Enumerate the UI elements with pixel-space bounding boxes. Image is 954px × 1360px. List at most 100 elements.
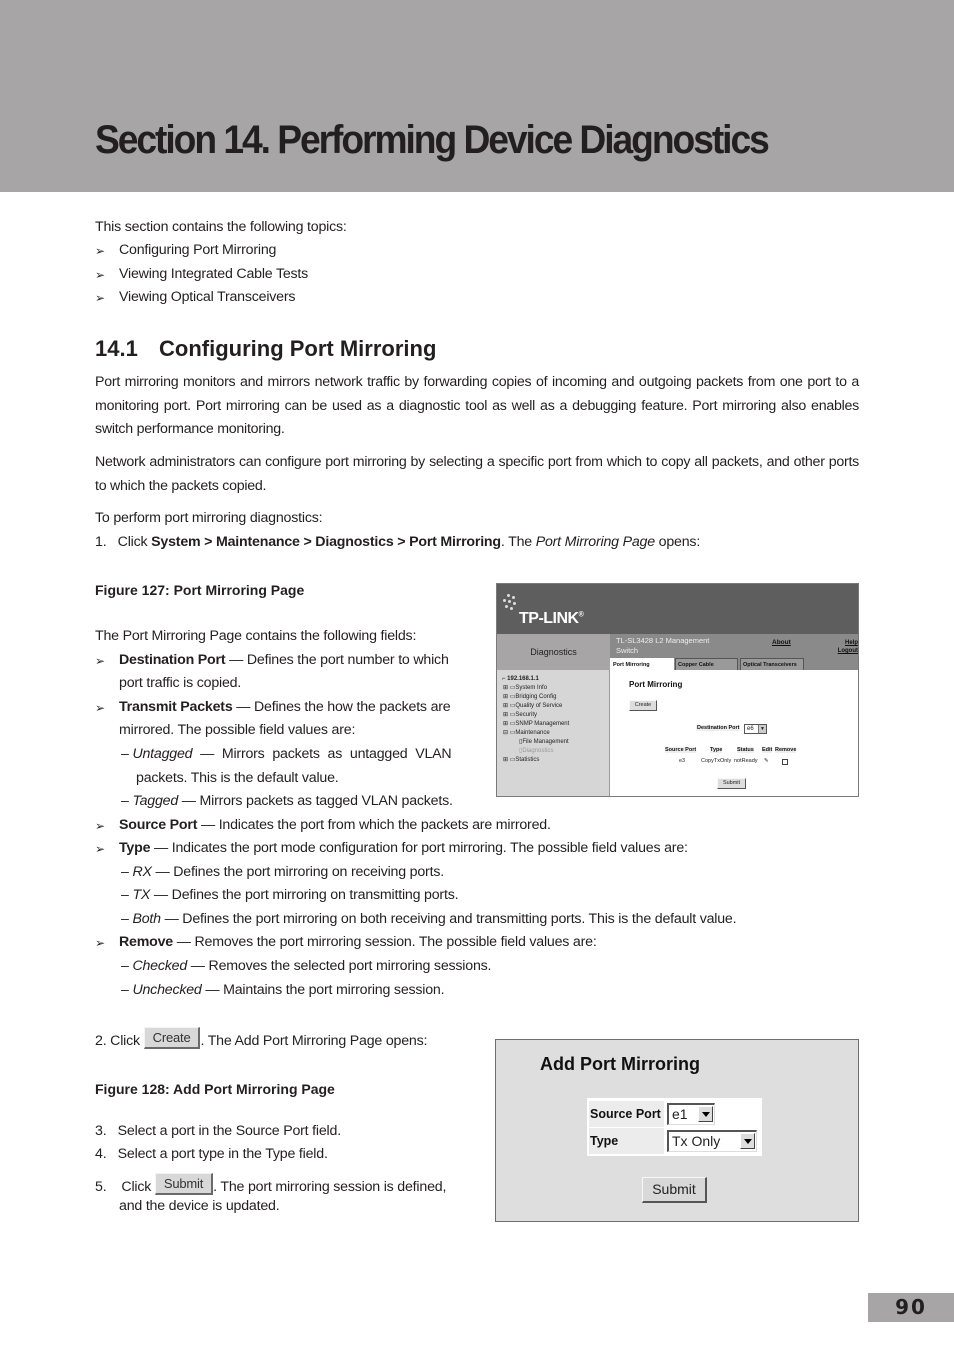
step-text: Select a port in the Source Port field. [117, 1123, 341, 1139]
field-desc: — Removes the port mirroring session. Th… [173, 934, 597, 950]
tree-item[interactable]: ⊞ ▭SNMP Management [503, 720, 569, 728]
step-text: Click [117, 534, 152, 550]
step-number: 1. [95, 534, 107, 550]
about-link[interactable]: About [772, 639, 791, 646]
bullet-icon: ➢ [95, 654, 106, 668]
step-number: 3. [95, 1123, 107, 1139]
side-heading: Diagnostics [497, 634, 610, 670]
field-desc: — Indicates the port from which the pack… [197, 817, 551, 833]
step-text: 2. Click [95, 1033, 144, 1049]
figure-127-screenshot: TP-LINK® Diagnostics TL-SL3428 L2 Manage… [496, 583, 859, 797]
remove-checkbox[interactable] [782, 759, 788, 765]
step-2: 2. Click Create. The Add Port Mirroring … [95, 1027, 427, 1054]
tree-item[interactable]: ⊟ ▭Maintenance [503, 729, 550, 737]
tree-item[interactable]: ⊞ ▭Bridging Config [503, 693, 556, 701]
tp-link-logo: TP-LINK® [519, 610, 584, 627]
step-text: opens: [654, 534, 701, 550]
chevron-down-icon [698, 1106, 713, 1122]
submit-button[interactable]: Submit [717, 778, 746, 789]
page-number: 90 [868, 1293, 954, 1322]
step-3: 3. Select a port in the Source Port fiel… [95, 1120, 341, 1144]
destination-port-label: Destination Port [696, 725, 741, 731]
tree-item[interactable]: ⊞ ▭Statistics [503, 756, 539, 764]
value-name: Checked [132, 958, 188, 974]
cell-type: CopyTxOnly [701, 758, 732, 764]
tree-item[interactable]: ⊞ ▭Security [503, 711, 537, 719]
subsection-number: 14.1 [95, 336, 138, 361]
value-desc: — Mirrors packets as untagged VLAN [192, 746, 452, 762]
submit-button[interactable]: Submit [642, 1177, 707, 1203]
column-header: Remove [775, 747, 797, 753]
cell-source-port: e3 [679, 758, 686, 764]
type-label: Type [589, 1128, 664, 1154]
destination-port-select[interactable]: e6 ▼ [744, 724, 767, 734]
main-panel: Port Mirroring Create Destination Port e… [610, 670, 858, 796]
field-desc: — Defines the port number to which [225, 652, 449, 668]
tree-item[interactable]: ⊞ ▭System Info [503, 684, 547, 692]
column-header: Status [737, 747, 754, 753]
figure-128-caption: Figure 128: Add Port Mirroring Page [95, 1081, 335, 1097]
value-unchecked: – Unchecked — Maintains the port mirrori… [121, 982, 445, 998]
logo-dots-icon [501, 594, 517, 612]
tree-item[interactable]: ▯File Management [519, 738, 569, 746]
edit-pencil-icon[interactable]: ✎ [764, 758, 769, 764]
step-text: . The [500, 534, 536, 550]
value-desc: — Maintains the port mirroring session. [201, 982, 445, 998]
field-name: Source Port [119, 817, 198, 833]
bullet-icon: ➢ [95, 819, 106, 833]
value-desc: — Defines the port mirroring on both rec… [160, 911, 737, 927]
step-text: . The port mirroring session is defined, [213, 1179, 447, 1195]
chevron-down-icon [740, 1133, 755, 1149]
field-source-port: Source Port — Indicates the port from wh… [119, 814, 551, 838]
page-reference: Port Mirroring Page [535, 534, 655, 550]
field-name: Destination Port [119, 652, 226, 668]
value-checked: – Checked — Removes the selected port mi… [121, 958, 492, 974]
bullet-icon: ➢ [95, 842, 106, 856]
value-desc: — Defines the port mirroring on receivin… [151, 864, 444, 880]
create-button-image: Create [143, 1027, 201, 1050]
value-name: Tagged [132, 793, 179, 809]
subsection-heading: 14.1 Configuring Port Mirroring [95, 336, 436, 362]
value-name: Both [132, 911, 161, 927]
value-desc: — Mirrors packets as tagged VLAN packets… [178, 793, 453, 809]
help-link[interactable]: Help [838, 639, 858, 647]
field-type: Type — Indicates the port mode configura… [119, 837, 688, 861]
value-desc: — Defines the port mirroring on transmit… [150, 887, 459, 903]
subheader-bar: TL-SL3428 L2 Management Switch About Hel… [610, 634, 858, 670]
topic-link[interactable]: Configuring Port Mirroring [119, 239, 276, 263]
topic-link[interactable]: Viewing Optical Transceivers [119, 286, 295, 310]
logout-link[interactable]: Logout [838, 647, 858, 655]
tab-port-mirroring[interactable]: Port Mirroring [610, 658, 674, 670]
create-button[interactable]: Create [629, 700, 657, 711]
field-name: Transmit Packets [119, 699, 233, 715]
bullet-icon: ➢ [95, 268, 106, 282]
source-port-label: Source Port [589, 1101, 664, 1127]
cell-status: notReady [734, 758, 758, 764]
field-name: Type [119, 840, 151, 856]
menu-path: System > Maintenance > Diagnostics > Por… [151, 534, 501, 550]
model-name: TL-SL3428 L2 Management Switch [616, 636, 710, 655]
tree-item-selected[interactable]: ▯Diagnostics [519, 747, 553, 755]
field-desc-cont: port traffic is copied. [119, 675, 242, 691]
fields-intro: The Port Mirroring Page contains the fol… [95, 628, 417, 644]
panel-title: Port Mirroring [629, 680, 683, 689]
tree-root[interactable]: ⌐ 192.168.1.1 [502, 675, 539, 683]
step-text: Click [121, 1179, 155, 1195]
step-text: Select a port type in the Type field. [117, 1146, 328, 1162]
add-port-mirroring-form: Source Port e1 Type Tx Only [587, 1098, 762, 1156]
bullet-icon: ➢ [95, 936, 106, 950]
bullet-icon: ➢ [95, 291, 106, 305]
type-select[interactable]: Tx Only [667, 1130, 757, 1152]
field-desc-cont: mirrored. The possible field values are: [119, 722, 356, 738]
field-name: Remove [119, 934, 173, 950]
tab-optical-transceivers[interactable]: Optical Transceivers [740, 658, 804, 670]
field-desc: — Defines the how the packets are [232, 699, 451, 715]
tab-copper-cable[interactable]: Copper Cable [675, 658, 738, 670]
paragraph-intro: Port mirroring monitors and mirrors netw… [95, 374, 859, 437]
topic-link[interactable]: Viewing Integrated Cable Tests [119, 263, 308, 287]
step-1: 1. Click System > Maintenance > Diagnost… [95, 531, 700, 555]
source-port-select[interactable]: e1 [667, 1103, 715, 1125]
tree-item[interactable]: ⊞ ▭Quality of Service [503, 702, 562, 710]
step-5-cont: and the device is updated. [119, 1198, 280, 1214]
column-header: Source Port [665, 747, 697, 753]
